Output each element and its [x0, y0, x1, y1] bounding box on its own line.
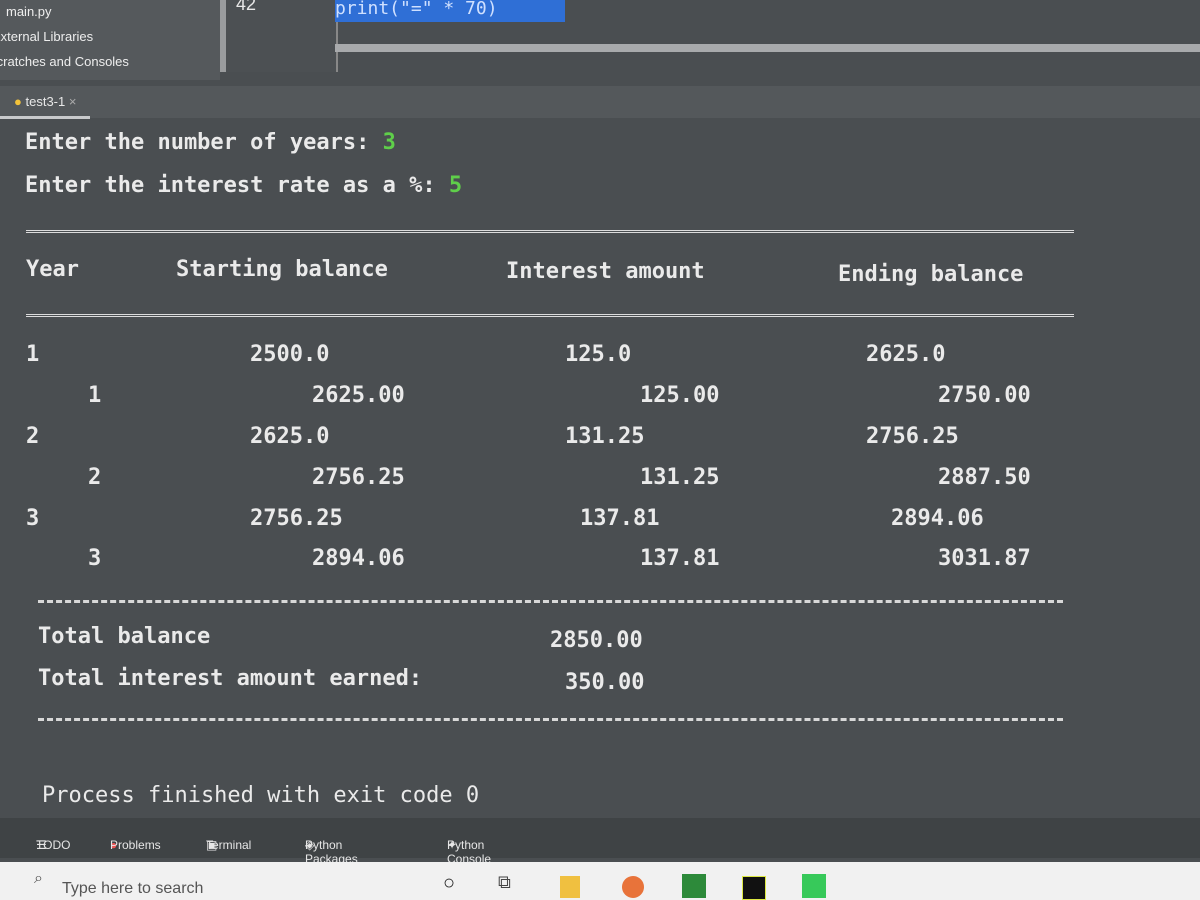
- close-icon[interactable]: ×: [69, 94, 77, 109]
- table-cell-year: 3: [26, 506, 40, 531]
- total-balance-value: 2850.00: [550, 628, 643, 653]
- separator: [26, 230, 1074, 233]
- total-balance-label: Total balance: [38, 624, 211, 649]
- table-cell-end: 2625.0: [866, 342, 946, 367]
- table-cell-year: 2: [26, 424, 40, 449]
- tool-window-bar: ☰ TODO ● Problems ▣ Terminal ◈ Python Pa…: [0, 818, 1200, 866]
- table-cell-start: 2625.0: [250, 424, 330, 449]
- table-cell-start: 2756.25: [312, 465, 405, 490]
- total-interest-label: Total interest amount earned:: [38, 666, 423, 691]
- years-input: 3: [382, 130, 396, 155]
- table-cell-interest: 125.0: [565, 342, 632, 367]
- table-cell-year: 3: [88, 546, 102, 571]
- editor-horizontal-scrollbar[interactable]: [335, 44, 1200, 52]
- table-cell-start: 2756.25: [250, 506, 343, 531]
- total-interest-value: 350.00: [565, 670, 645, 695]
- table-cell-end: 3031.87: [938, 546, 1031, 571]
- table-cell-start: 2894.06: [312, 546, 405, 571]
- python-icon: ●: [14, 94, 22, 109]
- header-year: Year: [26, 257, 79, 282]
- cortana-icon[interactable]: ○: [443, 872, 455, 895]
- search-icon: ⌕: [34, 870, 43, 887]
- rate-prompt: Enter the interest rate as a %: 5: [25, 173, 463, 198]
- exit-message: Process finished with exit code 0: [42, 783, 480, 808]
- run-tab[interactable]: ● test3-1 ×: [0, 86, 91, 119]
- separator: [26, 314, 1074, 317]
- firefox-icon[interactable]: [622, 876, 644, 898]
- taskbar: ⌕ Type here to search ○ ⧉: [0, 862, 1200, 900]
- line-number: 42: [236, 0, 257, 14]
- table-cell-end: 2894.06: [891, 506, 984, 531]
- years-prompt: Enter the number of years: 3: [25, 130, 396, 155]
- dashed-separator: [38, 600, 1063, 603]
- table-cell-interest: 131.25: [640, 465, 720, 490]
- project-item-scratches[interactable]: Scratches and Consoles: [0, 54, 129, 69]
- table-cell-end: 2750.00: [938, 383, 1031, 408]
- editor-selected-code[interactable]: print("=" * 70): [335, 0, 565, 22]
- app-icon[interactable]: [802, 874, 826, 898]
- project-item-main[interactable]: main.py: [6, 4, 52, 19]
- task-view-icon[interactable]: ⧉: [498, 872, 511, 893]
- header-starting-balance: Starting balance: [176, 257, 388, 282]
- editor-gutter: 42: [220, 0, 338, 72]
- table-cell-year: 1: [26, 342, 40, 367]
- table-cell-interest: 131.25: [565, 424, 645, 449]
- header-interest-amount: Interest amount: [506, 259, 705, 284]
- run-tab-bar: ● test3-1 ×: [0, 86, 1200, 119]
- run-tab-label: test3-1: [25, 94, 66, 109]
- table-cell-end: 2887.50: [938, 465, 1031, 490]
- table-cell-interest: 137.81: [640, 546, 720, 571]
- table-cell-year: 2: [88, 465, 102, 490]
- table-cell-end: 2756.25: [866, 424, 959, 449]
- header-ending-balance: Ending balance: [838, 262, 1024, 287]
- xbox-icon[interactable]: [682, 874, 706, 898]
- table-cell-interest: 125.00: [640, 383, 720, 408]
- project-item-external-libraries[interactable]: External Libraries: [0, 29, 93, 44]
- pycharm-icon[interactable]: [742, 876, 766, 900]
- taskbar-search[interactable]: Type here to search: [62, 880, 203, 898]
- table-cell-start: 2625.00: [312, 383, 405, 408]
- table-cell-start: 2500.0: [250, 342, 330, 367]
- table-cell-year: 1: [88, 383, 102, 408]
- dashed-separator: [38, 718, 1063, 721]
- table-cell-interest: 137.81: [580, 506, 660, 531]
- project-panel: main.py External Libraries Scratches and…: [0, 0, 220, 80]
- rate-input: 5: [448, 173, 463, 198]
- file-explorer-icon[interactable]: [560, 876, 580, 898]
